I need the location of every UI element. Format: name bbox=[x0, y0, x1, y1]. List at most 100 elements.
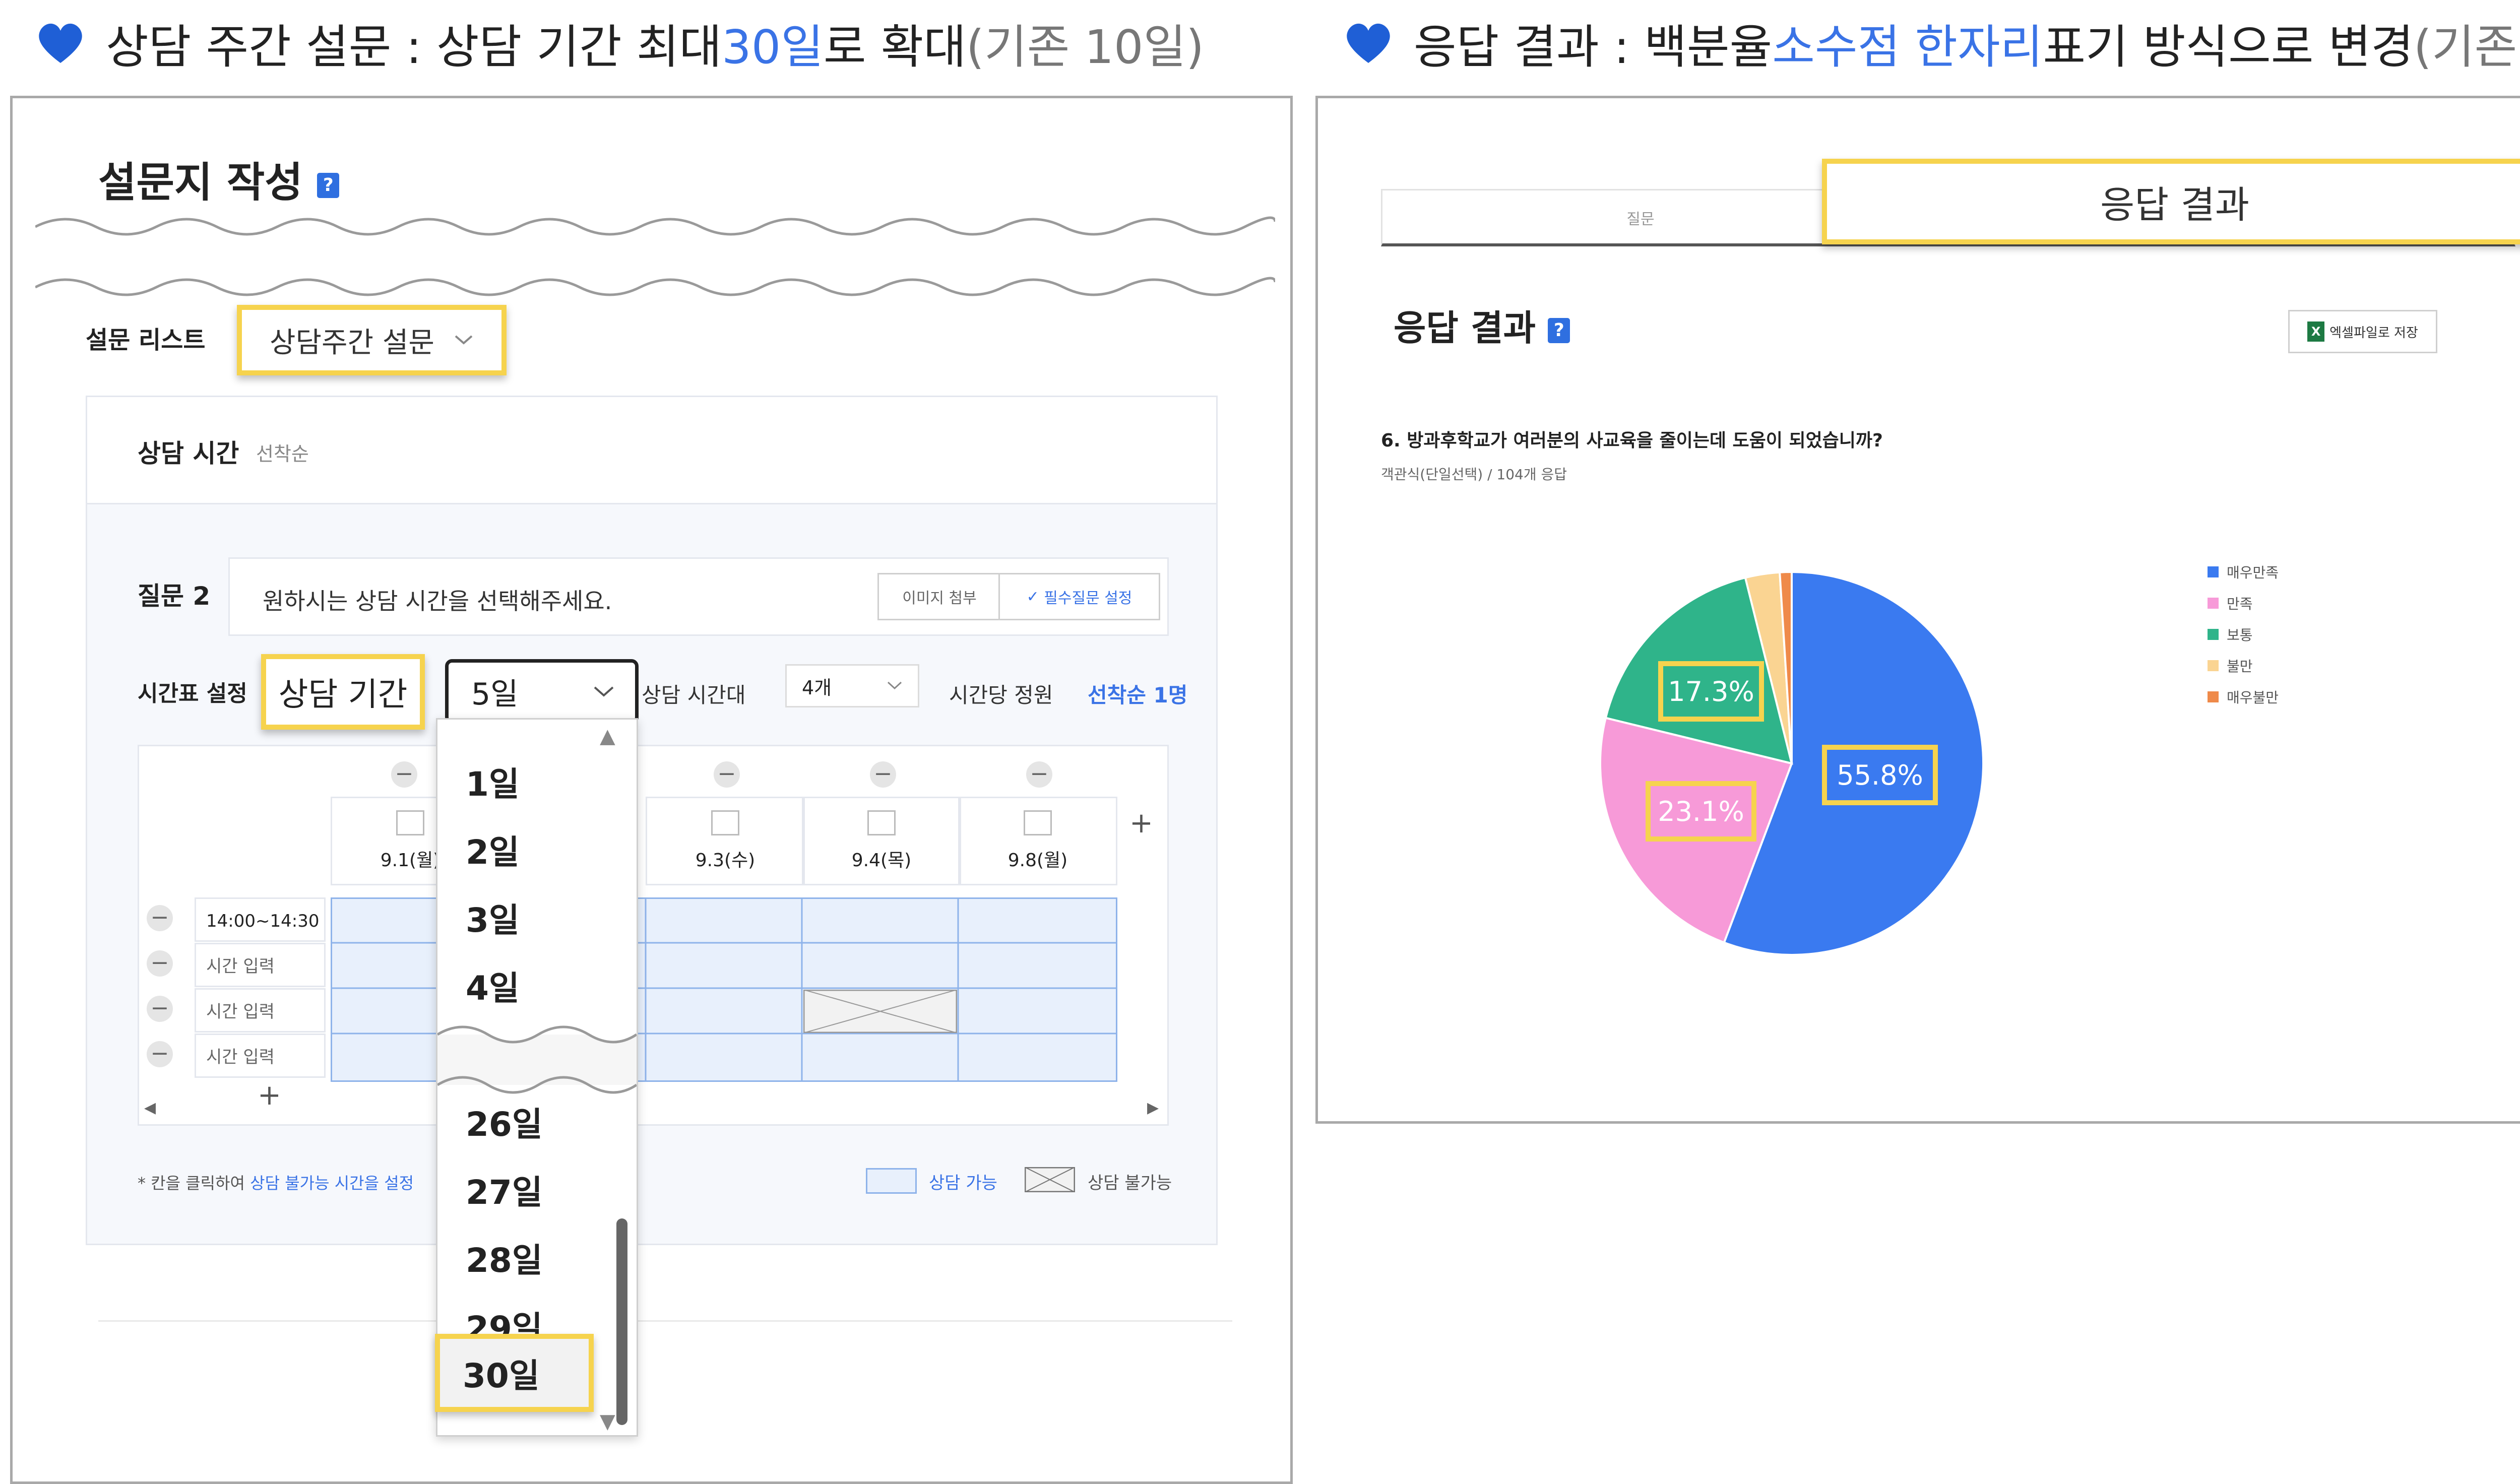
right-heading-text: 응답 결과 : 백분율 bbox=[1414, 20, 1773, 74]
left-heading: 상담 주간 설문 : 상담 기간 최대 30일 로 확대 (기존 10일) bbox=[35, 10, 1204, 76]
remove-column-button[interactable]: − bbox=[1026, 761, 1052, 788]
calendar-icon bbox=[396, 810, 424, 835]
attach-image-button[interactable]: 이미지 첨부 bbox=[877, 573, 1001, 620]
timeslot-label: 상담 시간대 bbox=[642, 683, 746, 707]
heart-icon bbox=[1347, 23, 1390, 63]
remove-row-button[interactable]: − bbox=[147, 905, 173, 931]
legend-swatch bbox=[2208, 566, 2219, 577]
section-title: 상담 시간 bbox=[138, 439, 239, 468]
cut-divider bbox=[35, 216, 1275, 296]
remove-column-button[interactable]: − bbox=[870, 761, 896, 788]
time-input[interactable]: 시간 입력 bbox=[195, 988, 326, 1033]
dropdown-option[interactable]: 28일 bbox=[466, 1234, 543, 1282]
remove-row-button[interactable]: − bbox=[147, 1041, 173, 1067]
legend-swatch bbox=[2208, 691, 2219, 702]
bottom-divider bbox=[98, 1320, 1232, 1322]
period-select[interactable]: 5일 bbox=[445, 659, 639, 724]
remove-row-button[interactable]: − bbox=[147, 950, 173, 977]
question-meta: 객관식(단일선택) / 104개 응답 bbox=[1381, 466, 1567, 483]
legend-swatch bbox=[2208, 660, 2219, 671]
calendar-icon bbox=[1024, 810, 1052, 835]
right-heading: 응답 결과 : 백분율 소수점 한자리 표기 방식으로 변경 (기존 정수) bbox=[1343, 10, 2520, 76]
left-heading-text: 상담 주간 설문 : 상담 기간 최대 bbox=[106, 20, 722, 74]
period-label-highlight: 상담 기간 bbox=[261, 654, 425, 730]
chevron-down-icon bbox=[455, 335, 473, 345]
legend-unavailable-swatch bbox=[1025, 1167, 1075, 1192]
scroll-up-icon[interactable]: ▲ bbox=[600, 725, 615, 748]
timetable: − − − − + 9.1(월) 9.3(수) 9.4(목) 9.8(월) − … bbox=[138, 745, 1169, 1126]
period-select-value: 5일 bbox=[471, 677, 519, 712]
right-heading-muted: (기존 정수) bbox=[2413, 20, 2520, 74]
pie-label-blue: 55.8% bbox=[1822, 745, 1938, 805]
dropdown-option[interactable]: 4일 bbox=[466, 961, 520, 1010]
help-icon[interactable]: ? bbox=[317, 172, 340, 198]
timetable-footnote: * 칸을 클릭하여 상담 불가능 시간을 설정 bbox=[138, 1174, 414, 1193]
section-header: 상담 시간 선착순 bbox=[87, 397, 1216, 504]
date-header: 9.8(월) bbox=[958, 797, 1117, 885]
right-heading-highlight: 소수점 한자리 bbox=[1772, 20, 2043, 74]
time-input[interactable]: 시간 입력 bbox=[195, 943, 326, 987]
date-header: 9.3(수) bbox=[646, 797, 805, 885]
survey-editor-panel: 설문지 작성 ? 설문 리스트 상담주간 설문 상담 시간 선착순 질문 2 원… bbox=[10, 96, 1293, 1484]
legend-item: 보통 bbox=[2208, 624, 2253, 644]
tab-question[interactable]: 질문 bbox=[1383, 207, 1898, 229]
add-column-button[interactable]: + bbox=[1129, 807, 1153, 840]
chevron-down-icon bbox=[887, 681, 902, 690]
unavailable-cell[interactable] bbox=[803, 990, 957, 1033]
tab-results[interactable]: 응답 결과 bbox=[1822, 159, 2520, 244]
scroll-left-arrow[interactable]: ◀ bbox=[144, 1099, 156, 1117]
dropdown-option[interactable]: 1일 bbox=[466, 757, 520, 806]
excel-export-button[interactable]: X 엑셀파일로 저장 bbox=[2288, 310, 2437, 353]
legend-item: 불만 bbox=[2208, 656, 2253, 676]
calendar-icon bbox=[867, 810, 896, 835]
right-heading-text-post: 표기 방식으로 변경 bbox=[2043, 20, 2414, 74]
dropdown-option[interactable]: 2일 bbox=[466, 825, 520, 874]
question-label: 질문 2 bbox=[138, 582, 211, 611]
question-title: 6. 방과후학교가 여러분의 사교육을 줄이는데 도움이 되었습니까? bbox=[1381, 430, 1883, 451]
required-question-button[interactable]: ✓ 필수질문 설정 bbox=[998, 573, 1160, 620]
timeslot-select-value: 4개 bbox=[802, 676, 832, 699]
dropdown-option[interactable]: 27일 bbox=[466, 1166, 543, 1214]
dropdown-option[interactable]: 26일 bbox=[466, 1098, 543, 1146]
results-panel: 질문 응답 결과 응답 결과 ? X 엑셀파일로 저장 6. 방과후학교가 여러… bbox=[1315, 96, 2520, 1124]
section-subtitle: 선착순 bbox=[256, 443, 309, 465]
dropdown-option[interactable]: 3일 bbox=[466, 893, 520, 942]
question-text: 원하시는 상담 시간을 선택해주세요. bbox=[263, 588, 612, 615]
legend-item: 매우불만 bbox=[2208, 687, 2279, 707]
add-row-button[interactable]: + bbox=[258, 1079, 281, 1112]
dropdown-option-selected[interactable]: 30일 bbox=[435, 1334, 594, 1412]
left-heading-text-post: 로 확대 bbox=[823, 20, 967, 74]
survey-list-label: 설문 리스트 bbox=[86, 326, 206, 354]
calendar-icon bbox=[711, 810, 739, 835]
footnote-link: 상담 불가능 시간을 설정 bbox=[250, 1174, 414, 1193]
left-heading-muted: (기존 10일) bbox=[966, 20, 1205, 74]
date-label: 9.3(수) bbox=[695, 850, 755, 871]
time-input[interactable]: 시간 입력 bbox=[195, 1034, 326, 1078]
question-input[interactable]: 원하시는 상담 시간을 선택해주세요. 이미지 첨부 ✓ 필수질문 설정 bbox=[228, 557, 1169, 636]
remove-column-button[interactable]: − bbox=[714, 761, 740, 788]
date-label: 9.8(월) bbox=[1007, 850, 1068, 871]
legend-available-swatch bbox=[866, 1168, 917, 1194]
time-input[interactable]: 14:00~14:30 bbox=[195, 897, 326, 942]
legend-item: 만족 bbox=[2208, 593, 2253, 613]
period-dropdown[interactable]: ▲ 1일 2일 3일 4일 26일 27일 28일 29일 ▼ bbox=[436, 718, 638, 1437]
survey-list-select[interactable]: 상담주간 설문 bbox=[237, 305, 507, 375]
pie-label-green: 17.3% bbox=[1658, 661, 1764, 722]
help-icon[interactable]: ? bbox=[1548, 317, 1570, 343]
scroll-right-arrow[interactable]: ▶ bbox=[1147, 1099, 1159, 1117]
left-heading-highlight: 30일 bbox=[722, 20, 824, 74]
remove-column-button[interactable]: − bbox=[391, 761, 417, 788]
check-icon: ✓ bbox=[1026, 588, 1044, 606]
legend-available-label: 상담 가능 bbox=[929, 1173, 997, 1193]
capacity-value[interactable]: 선착순 1명 bbox=[1088, 678, 1187, 709]
schedule-label: 시간표 설정 bbox=[138, 681, 247, 706]
remove-row-button[interactable]: − bbox=[147, 996, 173, 1022]
dropdown-scrollbar-thumb[interactable] bbox=[616, 1218, 627, 1425]
timeslot-select[interactable]: 4개 bbox=[785, 664, 919, 707]
legend-unavailable-label: 상담 불가능 bbox=[1088, 1173, 1172, 1193]
scroll-down-icon[interactable]: ▼ bbox=[600, 1410, 615, 1433]
excel-icon: X bbox=[2307, 321, 2325, 342]
date-header: 9.4(목) bbox=[802, 797, 961, 885]
period-label: 상담 기간 bbox=[278, 676, 408, 714]
legend-swatch bbox=[2208, 598, 2219, 609]
